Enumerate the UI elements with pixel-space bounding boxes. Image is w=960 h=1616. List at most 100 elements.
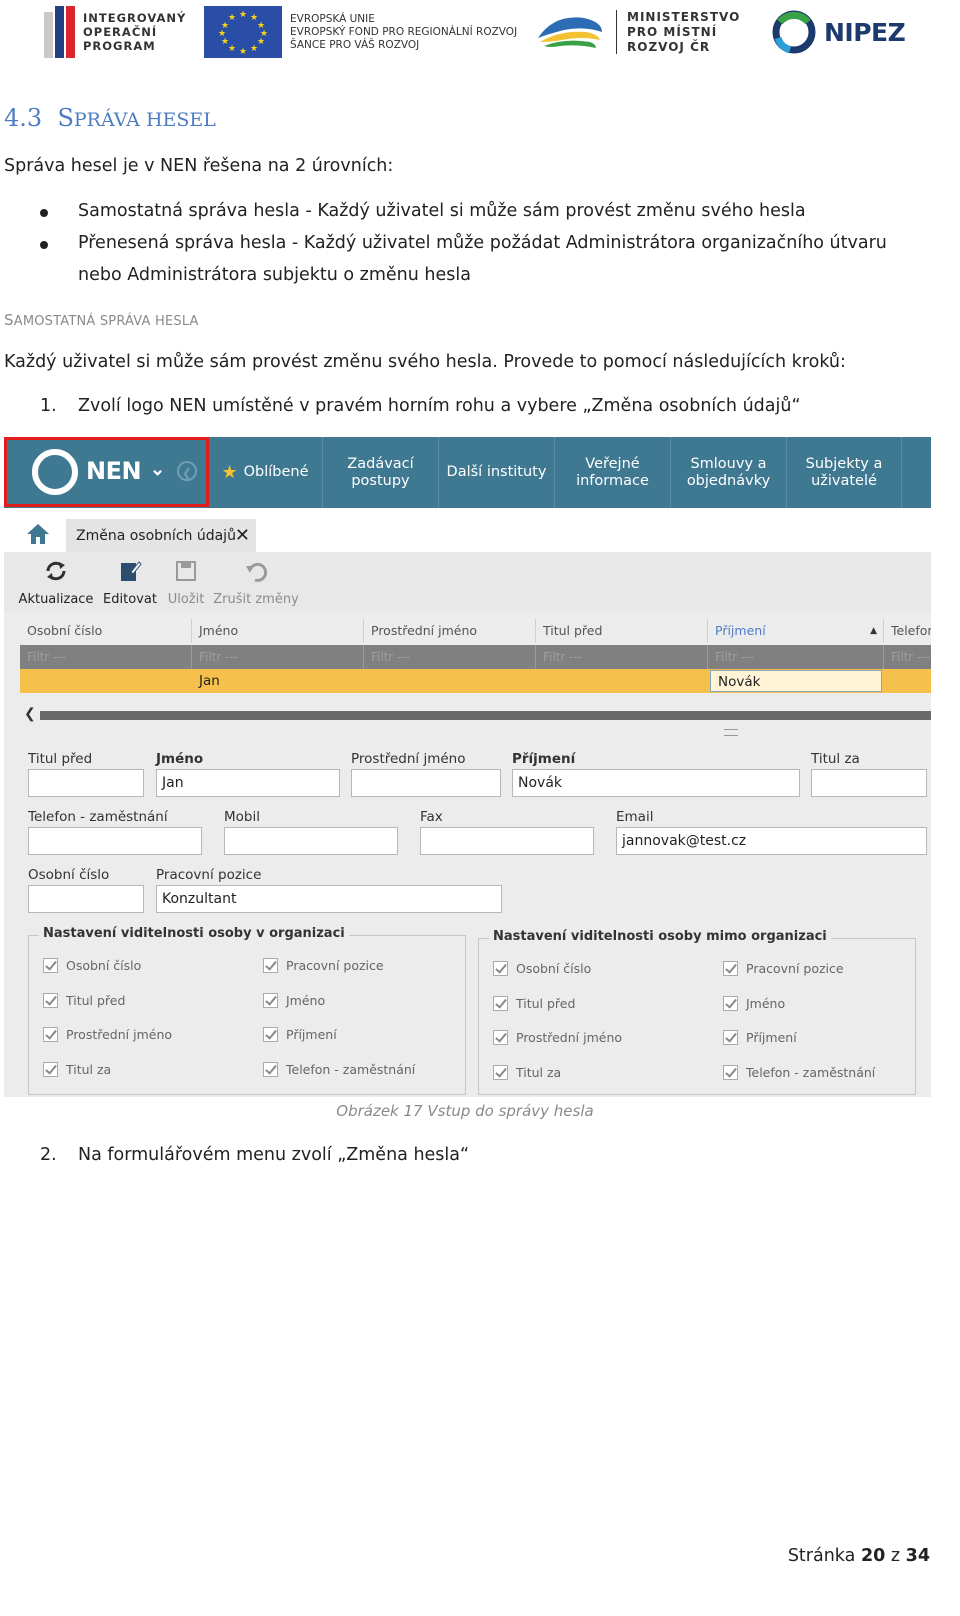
checkbox-osobni-cislo[interactable]: Osobní číslo xyxy=(43,958,141,973)
titul-za-field[interactable] xyxy=(811,769,927,797)
column-header[interactable]: Jméno xyxy=(192,619,364,643)
label-prijmeni: Příjmení xyxy=(512,751,576,767)
checkbox-prostredni-jmeno[interactable]: Prostřední jméno xyxy=(493,1030,622,1045)
home-icon[interactable] xyxy=(26,522,50,546)
checkbox-checked-icon xyxy=(263,1027,278,1042)
telefon-field[interactable] xyxy=(28,827,202,855)
jmeno-field[interactable]: Jan xyxy=(156,769,340,797)
filter-cell[interactable]: Filtr --- xyxy=(708,645,884,669)
scroll-left-icon[interactable]: ❮ xyxy=(24,705,36,722)
edit-button[interactable]: Editovat xyxy=(100,558,160,607)
checkbox-checked-icon xyxy=(723,996,738,1011)
step-text: Zvolí logo NEN umístěné v pravém horním … xyxy=(78,396,801,416)
checkbox-prijmeni[interactable]: Příjmení xyxy=(263,1027,337,1042)
label-osobni-cislo: Osobní číslo xyxy=(28,867,110,883)
intro-text: Správa hesel je v NEN řešena na 2 úrovní… xyxy=(4,156,394,176)
osobni-cislo-field[interactable] xyxy=(28,885,144,913)
page-footer: Stránka 20 z 34 xyxy=(787,1546,930,1566)
filter-cell[interactable]: Filtr --- xyxy=(192,645,364,669)
prostredni-jmeno-field[interactable] xyxy=(351,769,501,797)
star-icon: ★ xyxy=(221,462,238,483)
checkbox-checked-icon xyxy=(493,1030,508,1045)
save-icon xyxy=(176,561,196,581)
checkbox-titul-pred[interactable]: Titul před xyxy=(493,996,575,1011)
personal-data-form: Titul před Jméno Jan Prostřední jméno Př… xyxy=(8,737,931,1097)
step-number: 2. xyxy=(40,1145,57,1165)
filter-cell[interactable]: Filtr --- xyxy=(20,645,192,669)
column-header[interactable]: Osobní číslo xyxy=(20,619,192,643)
checkbox-titul-za[interactable]: Titul za xyxy=(43,1062,111,1077)
checkbox-prijmeni[interactable]: Příjmení xyxy=(723,1030,797,1045)
checkbox-pracovni-pozice[interactable]: Pracovní pozice xyxy=(723,961,844,976)
horizontal-scrollbar[interactable]: ❮ xyxy=(20,705,931,723)
label-prostredni-jmeno: Prostřední jméno xyxy=(351,751,466,767)
nipez-logo: NIPEZ xyxy=(770,8,906,56)
checkbox-checked-icon xyxy=(43,993,58,1008)
refresh-button[interactable]: Aktualizace xyxy=(18,558,94,607)
label-fax: Fax xyxy=(420,809,443,825)
checkbox-telefon[interactable]: Telefon - zaměstnání xyxy=(723,1065,875,1080)
checkbox-telefon[interactable]: Telefon - zaměstnání xyxy=(263,1062,415,1077)
checkbox-checked-icon xyxy=(723,1030,738,1045)
checkbox-jmeno[interactable]: Jméno xyxy=(723,996,785,1011)
pracovni-pozice-field[interactable]: Konzultant xyxy=(156,885,502,913)
splitter-handle-icon[interactable] xyxy=(724,729,738,736)
label-telefon: Telefon - zaměstnání xyxy=(28,809,168,825)
mmr-emblem-icon xyxy=(538,17,602,48)
checkbox-osobni-cislo[interactable]: Osobní číslo xyxy=(493,961,591,976)
checkbox-jmeno[interactable]: Jméno xyxy=(263,993,325,1008)
nav-oblibene[interactable]: ★ Oblíbené xyxy=(208,437,322,508)
filter-cell[interactable]: Filtr --- xyxy=(884,645,931,669)
filter-cell[interactable]: Filtr --- xyxy=(536,645,708,669)
column-header-sorted[interactable]: Příjmení ▲ xyxy=(708,619,884,643)
mmr-logo-text: MINISTERSTVO PRO MÍSTNÍ ROZVOJ ČR xyxy=(627,9,741,54)
nav-verejne-informace[interactable]: Veřejné informace xyxy=(554,437,670,508)
nav-zadavaci-postupy[interactable]: Zadávací postupy xyxy=(322,437,438,508)
nav-dalsi-instituty[interactable]: Další instituty xyxy=(438,437,554,508)
save-button[interactable]: Uložit xyxy=(164,558,208,607)
tab-zmena-osobnich-udaju[interactable]: Změna osobních údajů ✕ xyxy=(66,519,256,552)
document-page: INTEGROVANÝ OPERAČNÍ PROGRAM ★ ★ ★ ★ ★ ★… xyxy=(0,0,960,1616)
iop-logo-text: INTEGROVANÝ OPERAČNÍ PROGRAM xyxy=(83,11,187,53)
step-text: Na formulářovém menu zvolí „Změna hesla“ xyxy=(78,1145,470,1165)
label-titul-pred: Titul před xyxy=(28,751,93,767)
figure-caption: Obrázek 17 Vstup do správy hesla xyxy=(336,1102,594,1120)
bullet-item-continuation: nebo Administrátora subjektu o změnu hes… xyxy=(78,265,471,285)
nav-smlouvy-objednavky[interactable]: Smlouvy a objednávky xyxy=(670,437,786,508)
checkbox-checked-icon xyxy=(493,1065,508,1080)
cancel-changes-button[interactable]: Zrušit změny xyxy=(212,558,300,607)
filter-row: Filtr --- Filtr --- Filtr --- Filtr --- … xyxy=(20,645,931,669)
eu-flag-icon: ★ ★ ★ ★ ★ ★ ★ ★ ★ ★ ★ ★ xyxy=(204,6,282,58)
edit-icon xyxy=(121,561,142,581)
email-field[interactable]: jannovak@test.cz xyxy=(616,827,927,855)
paragraph: Každý uživatel si může sám provést změnu… xyxy=(4,352,846,372)
subheading: SAMOSTATNÁ SPRÁVA HESLA xyxy=(4,311,199,329)
filter-cell[interactable]: Filtr --- xyxy=(364,645,536,669)
scroll-thumb[interactable] xyxy=(40,711,931,720)
fax-field[interactable] xyxy=(420,827,594,855)
nipez-ring-icon xyxy=(772,10,816,54)
visibility-out-org-group: Nastavení viditelnosti osoby mimo organi… xyxy=(478,929,916,1095)
checkbox-prostredni-jmeno[interactable]: Prostřední jméno xyxy=(43,1027,172,1042)
column-header[interactable]: Prostřední jméno xyxy=(364,619,536,643)
column-header[interactable]: Titul před xyxy=(536,619,708,643)
undo-icon xyxy=(246,563,268,582)
eu-logo-text: EVROPSKÁ UNIE EVROPSKÝ FOND PRO REGIONÁL… xyxy=(290,12,518,51)
iop-logo: INTEGROVANÝ OPERAČNÍ PROGRAM xyxy=(44,6,186,58)
nav-subjekty-uzivatele[interactable]: Subjekty a uživatelé xyxy=(786,437,902,508)
table-row-selected[interactable]: Jan Novák xyxy=(20,669,931,693)
bullet-item: Přenesená správa hesla - Každý uživatel … xyxy=(78,233,887,253)
label-mobil: Mobil xyxy=(224,809,260,825)
mobil-field[interactable] xyxy=(224,827,398,855)
tab-bar: Změna osobních údajů ✕ xyxy=(4,508,931,552)
prijmeni-field[interactable]: Novák xyxy=(512,769,800,797)
checkbox-pracovni-pozice[interactable]: Pracovní pozice xyxy=(263,958,384,973)
titul-pred-field[interactable] xyxy=(28,769,144,797)
close-icon[interactable]: ✕ xyxy=(235,525,250,546)
checkbox-titul-pred[interactable]: Titul před xyxy=(43,993,125,1008)
checkbox-checked-icon xyxy=(723,961,738,976)
label-email: Email xyxy=(616,809,654,825)
visibility-out-org-title: Nastavení viditelnosti osoby mimo organi… xyxy=(489,929,831,944)
column-header[interactable]: Telefon xyxy=(884,619,931,643)
checkbox-titul-za[interactable]: Titul za xyxy=(493,1065,561,1080)
